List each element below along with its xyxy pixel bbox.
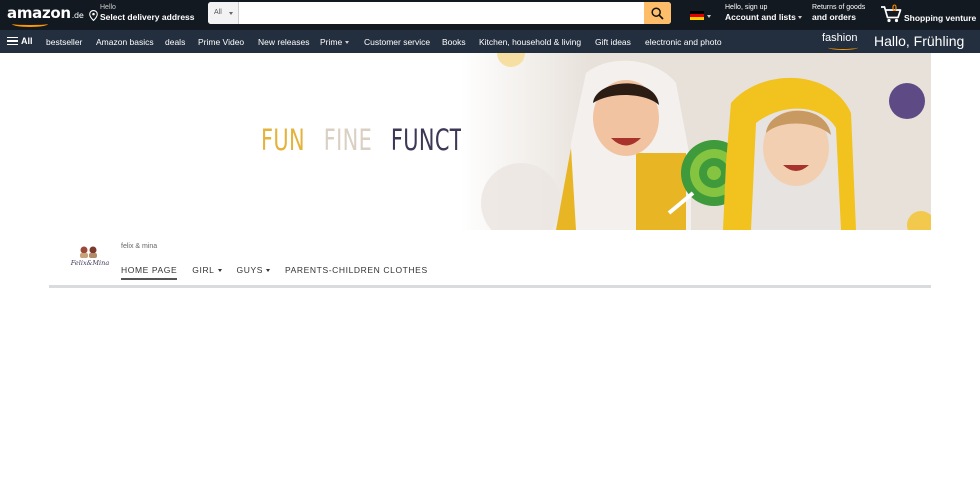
all-menu-label: All — [21, 36, 33, 46]
hamburger-icon — [7, 37, 18, 45]
nav-item-customer-service[interactable]: Customer service — [364, 37, 430, 47]
nav-prime-label: Prime — [320, 37, 343, 47]
cart-count: 0 — [892, 3, 898, 13]
all-menu-button[interactable]: All — [7, 36, 33, 46]
deliver-hello-text: Hello — [100, 4, 116, 11]
account-greeting: Hello, sign up — [725, 4, 768, 11]
nav-item-prime-video[interactable]: Prime Video — [198, 37, 244, 47]
search-icon — [651, 7, 664, 20]
deliver-address-text: Select delivery address — [100, 12, 195, 22]
tab-guys[interactable]: GUYS — [237, 265, 271, 278]
search-category-label: All — [214, 9, 222, 16]
nav-item-deals[interactable]: deals — [165, 37, 185, 47]
nav-item-prime[interactable]: Prime — [320, 37, 350, 47]
search-button[interactable] — [644, 2, 671, 24]
nav-item-bestseller[interactable]: bestseller — [46, 37, 82, 47]
chevron-down-icon — [707, 15, 711, 18]
seasonal-greeting[interactable]: Hallo, Frühling — [874, 33, 964, 49]
children-photo — [461, 53, 931, 230]
fashion-link[interactable]: fashion — [822, 32, 857, 44]
cart-label: Shopping venture — [904, 13, 977, 23]
account-label: Account and lists — [725, 12, 796, 22]
fashion-smile-icon — [828, 45, 858, 50]
location-pin-icon — [89, 10, 98, 21]
chevron-down-icon — [229, 12, 233, 15]
store-nav: HOME PAGE GIRL GUYS PARENTS-CHILDREN CLOTHE… — [121, 260, 443, 280]
cart-icon — [881, 6, 902, 23]
chevron-down-icon — [217, 269, 222, 273]
nav-item-new-releases[interactable]: New releases — [258, 37, 310, 47]
amazon-top-bar: amazon.de Hello Select delivery address … — [0, 0, 980, 30]
logo-text: amazon — [7, 4, 71, 22]
tab-guys-label: GUYS — [236, 265, 264, 275]
brand-store-header: Felix&Mina felix & mina HOME PAGE GIRL GUY… — [49, 230, 931, 288]
tagline-word-fun: FUN — [261, 123, 305, 157]
nav-item-gift-ideas[interactable]: Gift ideas — [595, 37, 631, 47]
chevron-down-icon — [345, 41, 350, 45]
german-flag-icon[interactable] — [690, 11, 704, 20]
tab-girl[interactable]: GIRL — [192, 265, 222, 278]
chevron-down-icon — [266, 269, 271, 273]
search-bar: All — [208, 2, 671, 24]
chevron-down-icon — [797, 16, 802, 20]
amazon-logo[interactable]: amazon.de — [7, 4, 84, 22]
logo-smile-icon — [12, 21, 48, 27]
amazon-nav-bar: All bestseller Amazon basics deals Prime… — [0, 30, 980, 53]
felix-mina-logo[interactable]: Felix&Mina — [69, 244, 111, 268]
nav-item-books[interactable]: Books — [442, 37, 466, 47]
orders-label: and orders — [812, 12, 856, 22]
nav-item-kitchen[interactable]: Kitchen, household & living — [479, 37, 581, 47]
logo-wordmark: Felix&Mina — [70, 259, 110, 267]
tab-home-page[interactable]: HOME PAGE — [121, 265, 178, 280]
logo-tld: .de — [71, 11, 84, 20]
tab-parents-children-clothes[interactable]: PARENTS-CHILDREN CLOTHES — [285, 265, 428, 278]
brand-name: felix & mina — [121, 243, 158, 250]
returns-label: Returns of goods — [812, 4, 866, 11]
nav-item-electronics[interactable]: electronic and photo — [645, 37, 722, 47]
store-banner: FUN FINE FUNCTIONAL — [49, 53, 931, 230]
returns-and-orders[interactable]: Returns of goods and orders — [812, 4, 865, 22]
tab-girl-label: GIRL — [192, 265, 215, 275]
tagline-word-fine: FINE — [323, 123, 373, 157]
search-category-dropdown[interactable]: All — [208, 2, 239, 24]
search-input[interactable] — [239, 2, 644, 24]
account-and-lists[interactable]: Hello, sign up Account and lists — [725, 4, 802, 22]
nav-item-amazon-basics[interactable]: Amazon basics — [96, 37, 154, 47]
